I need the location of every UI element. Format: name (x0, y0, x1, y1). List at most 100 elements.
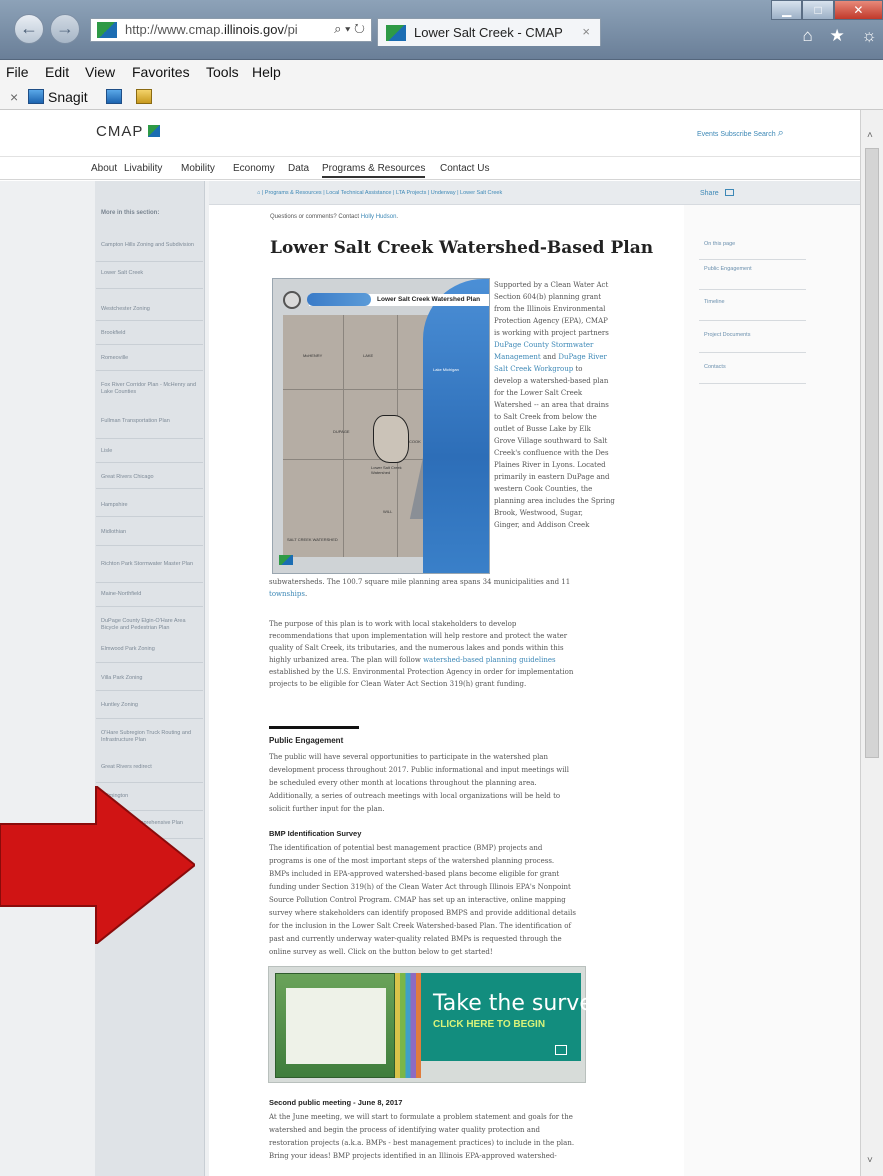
meeting-text: At the June meeting, we will start to fo… (269, 1113, 573, 1121)
planning-guidelines-link[interactable]: watershed-based planning guidelines (423, 656, 556, 664)
url-prefix: http://www.cmap. (125, 22, 224, 37)
on-this-page-item[interactable]: Project Documents (704, 332, 750, 338)
on-this-page-item[interactable]: Public Engagement (704, 266, 752, 272)
share-bar[interactable]: Share (684, 181, 860, 205)
menu-help[interactable]: Help (252, 64, 281, 80)
townships-link[interactable]: townships (269, 590, 305, 598)
sidebar-item[interactable]: Romeoville (101, 355, 201, 362)
menu-favorites[interactable]: Favorites (132, 64, 190, 80)
address-bar-tools[interactable]: ⌕ ▾ ↻ (330, 21, 365, 37)
scroll-down-icon[interactable]: ˅ (867, 1155, 873, 1166)
sidebar-item[interactable]: Maine-Northfield (101, 591, 201, 598)
nav-livability[interactable]: Livability (124, 163, 162, 174)
take-the-survey-button[interactable]: Take the survey CLICK HERE TO BEGIN (268, 966, 606, 1083)
map-label-lake: Lake Michigan (433, 367, 459, 372)
dupage-stormwater-link[interactable]: DuPage County Stormwater (494, 341, 593, 349)
tab-close-icon[interactable]: × (582, 24, 590, 39)
on-this-page-heading: On this page (704, 241, 736, 247)
nav-mobility[interactable]: Mobility (181, 163, 215, 174)
snagit-label[interactable]: Snagit (48, 89, 88, 105)
share-label[interactable]: Share (700, 190, 719, 197)
dupage-river-link[interactable]: Salt Creek Workgroup (494, 365, 573, 373)
sidebar-divider (96, 488, 203, 489)
dupage-river-link[interactable]: DuPage River (558, 353, 607, 361)
sidebar-item[interactable]: Hampshire (101, 502, 201, 509)
intro-text: Protection Agency (EPA), CMAP (494, 317, 608, 325)
nav-economy[interactable]: Economy (233, 163, 275, 174)
map-cmap-logo-icon (279, 555, 293, 565)
public-text: be scheduled every other month at locati… (269, 779, 537, 787)
utility-links[interactable]: Events Subscribe Search ⌕ (697, 127, 784, 140)
sidebar-item[interactable]: Elmwood Park Zoning (101, 646, 201, 653)
map-label-lake-county: LAKE (363, 353, 374, 358)
survey-cta-title: Take the survey (433, 991, 606, 1016)
intro-text: from the Illinois Environmental (494, 305, 606, 313)
site-favicon-icon (97, 22, 117, 38)
meeting-text: Bring your ideas! BMP projects identifie… (269, 1152, 557, 1160)
sidebar-item[interactable]: Richton Park Stormwater Master Plan (101, 561, 201, 568)
search-icon[interactable]: ⌕ (778, 127, 784, 139)
browser-tab[interactable]: Lower Salt Creek - CMAP × (377, 18, 601, 46)
sidebar-divider (96, 782, 203, 783)
menu-file[interactable]: File (6, 64, 29, 80)
menu-tools[interactable]: Tools (206, 64, 239, 80)
forward-button[interactable]: → (50, 14, 80, 44)
watershed-map-image[interactable]: Lake Michigan McHENRY LAKE COOK DUPAGE W… (272, 278, 490, 574)
sidebar-item[interactable]: Brookfield (101, 330, 201, 337)
maximize-button[interactable]: □ (802, 0, 834, 20)
snagit-capture-icon[interactable] (106, 89, 122, 104)
public-text: Additionally, a series of outreach meeti… (269, 792, 561, 800)
vertical-scrollbar[interactable]: ˄ ˅ (860, 110, 883, 1176)
survey-cta-panel[interactable]: Take the survey CLICK HERE TO BEGIN (421, 973, 606, 1061)
sidebar-divider (96, 288, 203, 289)
on-this-page-item[interactable]: Timeline (704, 299, 725, 305)
share-icon[interactable] (724, 189, 734, 196)
scroll-up-icon[interactable]: ˄ (867, 130, 873, 141)
map-county-line (343, 315, 344, 557)
nav-programs-resources[interactable]: Programs & Resources (322, 163, 426, 178)
sidebar-item[interactable]: O'Hare Subregion Truck Routing and Infra… (101, 730, 201, 744)
sidebar-divider (96, 320, 203, 321)
nav-data[interactable]: Data (288, 163, 309, 174)
on-this-page-item[interactable]: Contacts (704, 364, 726, 370)
scrollbar-thumb[interactable] (865, 148, 879, 758)
sidebar-item[interactable]: Lower Salt Creek (101, 270, 201, 277)
toolbar-close-icon[interactable]: × (10, 89, 18, 105)
window-close-button[interactable]: ✕ (833, 0, 883, 20)
menu-edit[interactable]: Edit (45, 64, 69, 80)
bmp-survey-heading: BMP Identification Survey (269, 829, 362, 838)
nav-contact-us[interactable]: Contact Us (440, 163, 489, 174)
menu-view[interactable]: View (85, 64, 115, 80)
on-this-page-divider (699, 352, 806, 353)
purpose-text: quality of Salt Creek, its tributaries, … (269, 644, 564, 652)
sidebar-item[interactable]: Campton Hills Zoning and Subdivision (101, 242, 201, 249)
breadcrumb[interactable]: ⌂ | Programs & Resources | Local Technic… (209, 181, 684, 205)
logo-flag-icon (148, 125, 160, 137)
snagit-editor-icon[interactable] (136, 89, 152, 104)
browser-window: ← → http://www.cmap.illinois.gov/pi ⌕ ▾ … (0, 0, 883, 1176)
dupage-stormwater-link[interactable]: Management (494, 353, 541, 361)
sidebar-item[interactable]: Great Rivers redirect (101, 764, 201, 771)
contact-link[interactable]: Holly Hudson (361, 214, 397, 220)
sidebar-item[interactable]: Midlothian (101, 529, 201, 536)
home-favorites-settings-icons[interactable]: ⌂ ★ ☼ (802, 26, 883, 46)
minimize-button[interactable]: ▁ (771, 0, 803, 20)
sidebar-item[interactable]: Villa Park Zoning (101, 675, 201, 682)
bmp-text: past and currently underway water-qualit… (269, 935, 562, 943)
sidebar-item[interactable]: Huntley Zoning (101, 702, 201, 709)
map-lake-michigan (423, 279, 489, 573)
bmp-text: Source Pollution Control Program. CMAP h… (269, 896, 566, 904)
nav-about[interactable]: About (91, 163, 117, 174)
snagit-icon[interactable] (28, 89, 44, 104)
sidebar-item[interactable]: Fullman Transportation Plan (101, 418, 201, 425)
back-button[interactable]: ← (14, 14, 44, 44)
sidebar-divider (96, 545, 203, 546)
site-logo[interactable]: CMAP (96, 123, 143, 140)
sidebar-item[interactable]: DuPage County Elgin-O'Hare Area Bicycle … (101, 618, 201, 632)
sidebar-item[interactable]: Westchester Zoning (101, 306, 201, 313)
sidebar-item[interactable]: Lisle (101, 448, 201, 455)
sidebar-item[interactable]: Fox River Corridor Plan - McHenry and La… (101, 382, 201, 396)
address-bar[interactable]: http://www.cmap.illinois.gov/pi ⌕ ▾ ↻ (90, 18, 372, 42)
sidebar-item[interactable]: Great Rivers Chicago (101, 474, 201, 481)
map-label-cook: COOK (409, 439, 421, 444)
